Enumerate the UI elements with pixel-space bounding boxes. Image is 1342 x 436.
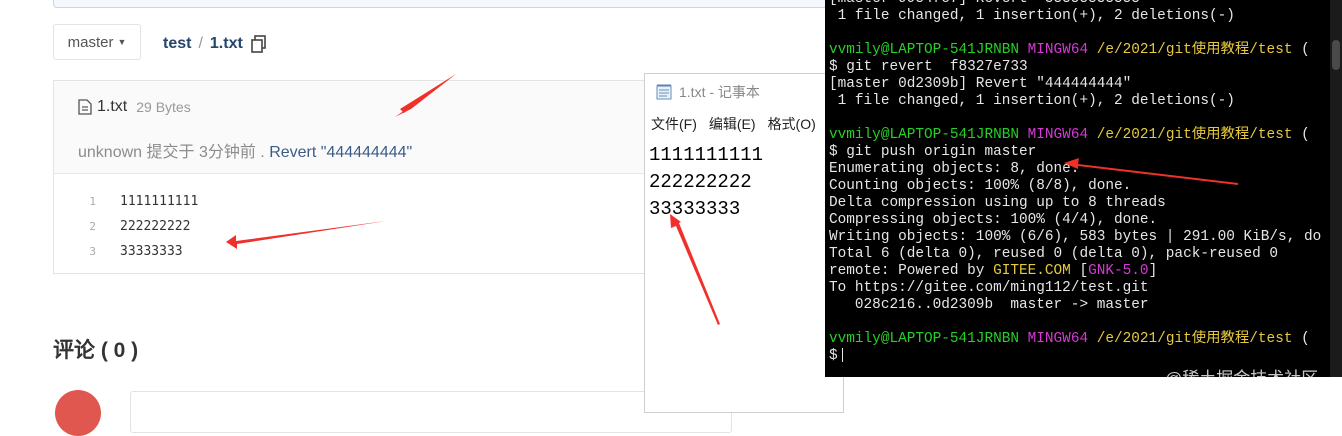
notepad-titlebar[interactable]: 1.txt - 记事本 xyxy=(645,74,843,110)
file-name: 1.txt xyxy=(97,98,128,115)
code-line: 2 222222222 xyxy=(54,214,692,239)
terminal-line: [master 0d2309b] Revert "444444444" xyxy=(829,76,1132,92)
breadcrumb-file: 1.txt xyxy=(209,35,243,52)
line-number: 2 xyxy=(89,220,96,233)
menu-format[interactable]: 格式(O) xyxy=(768,114,816,134)
remote-brand: GITEE.COM xyxy=(993,263,1071,279)
remote-tag: GNK-5.0 xyxy=(1088,263,1149,279)
prompt-symbol: $ xyxy=(829,348,838,364)
notepad-title: 1.txt - 记事本 xyxy=(679,84,760,100)
terminal-line: vvmily@LAPTOP-541JRNBN MINGW64 /e/2021/g… xyxy=(829,127,1321,144)
terminal-line: vvmily@LAPTOP-541JRNBN MINGW64 /e/2021/g… xyxy=(829,42,1321,59)
terminal-output: [master 9954fc7] Revert "55555555555" 1 … xyxy=(829,0,1321,365)
avatar xyxy=(55,390,101,436)
scrollbar-thumb[interactable] xyxy=(1332,40,1340,70)
git-bash-terminal[interactable]: [master 9954fc7] Revert "55555555555" 1 … xyxy=(825,0,1342,377)
terminal-line: To https://gitee.com/ming112/test.git xyxy=(829,280,1149,296)
line-number: 1 xyxy=(89,195,96,208)
menu-file[interactable]: 文件(F) xyxy=(651,114,697,134)
notepad-menubar: 文件(F) 编辑(E) 格式(O) xyxy=(645,110,843,138)
file-size: 29 Bytes xyxy=(136,99,191,115)
prompt-env: MINGW64 xyxy=(1027,127,1089,143)
prompt-path: /e/2021/git使用教程/test xyxy=(1096,127,1293,143)
terminal-line: remote: Powered by GITEE.COM [GNK-5.0] xyxy=(829,263,1321,280)
terminal-line: vvmily@LAPTOP-541JRNBN MINGW64 /e/2021/g… xyxy=(829,331,1321,348)
top-panel-edge xyxy=(53,0,845,8)
terminal-line: $ git revert f8327e733 xyxy=(829,59,1028,75)
prompt-path: /e/2021/git使用教程/test xyxy=(1096,42,1293,58)
line-content: 33333333 xyxy=(120,244,183,259)
terminal-line: 028c216..0d2309b master -> master xyxy=(829,297,1149,313)
terminal-scrollbar[interactable] xyxy=(1330,0,1342,377)
terminal-line: Enumerating objects: 8, done. xyxy=(829,161,1080,177)
commit-info: unknown 提交于 3分钟前 . Revert "444444444" xyxy=(78,138,412,162)
notepad-line: 33333333 xyxy=(649,198,741,220)
notepad-window: 1.txt - 记事本 文件(F) 编辑(E) 格式(O) 1111111111… xyxy=(644,73,844,413)
commit-prefix: unknown 提交于 3分钟前 . xyxy=(78,144,265,161)
prompt-tail: ( xyxy=(1292,331,1310,347)
terminal-line: Delta compression using up to 8 threads xyxy=(829,195,1166,211)
branch-label: master xyxy=(67,33,114,51)
menu-edit[interactable]: 编辑(E) xyxy=(709,114,756,134)
terminal-line: Compressing objects: 100% (4/4), done. xyxy=(829,212,1158,228)
notepad-text-area[interactable]: 1111111111 222222222 33333333 xyxy=(645,138,843,223)
prompt-env: MINGW64 xyxy=(1027,42,1089,58)
branch-dropdown[interactable]: master ▼ xyxy=(53,24,141,60)
caret-down-icon: ▼ xyxy=(117,37,127,47)
terminal-line: 1 file changed, 1 insertion(+), 2 deleti… xyxy=(829,8,1235,24)
watermark: @稀土掘金技术社区 xyxy=(1165,369,1319,388)
comment-input[interactable] xyxy=(130,391,732,433)
code-view: 1 1111111111 2 222222222 3 33333333 xyxy=(54,189,692,264)
notepad-line: 222222222 xyxy=(649,171,752,193)
code-line: 1 1111111111 xyxy=(54,189,692,214)
file-header: 1.txt 29 Bytes unknown 提交于 3分钟前 . Revert… xyxy=(54,81,692,174)
terminal-line: $ xyxy=(829,348,1321,365)
file-icon xyxy=(78,99,92,115)
terminal-line: 1 file changed, 1 insertion(+), 2 deleti… xyxy=(829,93,1235,109)
line-number: 3 xyxy=(89,245,96,258)
prompt-user: vvmily@LAPTOP-541JRNBN xyxy=(829,331,1019,347)
line-content: 222222222 xyxy=(120,219,191,234)
prompt-tail: ( xyxy=(1292,42,1310,58)
commit-message-link[interactable]: Revert "444444444" xyxy=(269,144,412,161)
terminal-line: Writing objects: 100% (6/6), 583 bytes |… xyxy=(829,229,1322,245)
breadcrumb: test / 1.txt xyxy=(163,35,267,53)
notepad-line: 1111111111 xyxy=(649,144,764,166)
terminal-line: [master 9954fc7] Revert "55555555555" xyxy=(829,0,1321,8)
notepad-icon xyxy=(656,84,672,100)
file-title: 1.txt 29 Bytes xyxy=(78,98,191,116)
prompt-tail: ( xyxy=(1292,127,1310,143)
prompt-user: vvmily@LAPTOP-541JRNBN xyxy=(829,42,1019,58)
terminal-line: Counting objects: 100% (8/8), done. xyxy=(829,178,1132,194)
file-viewer: 1.txt 29 Bytes unknown 提交于 3分钟前 . Revert… xyxy=(53,80,693,274)
comments-heading: 评论 ( 0 ) xyxy=(53,339,139,362)
remote-mid: [ xyxy=(1070,263,1089,279)
text-cursor xyxy=(841,348,843,363)
breadcrumb-repo[interactable]: test xyxy=(163,35,191,53)
line-content: 1111111111 xyxy=(120,194,199,209)
prompt-path: /e/2021/git使用教程/test xyxy=(1096,331,1293,347)
terminal-line: Total 6 (delta 0), reused 0 (delta 0), p… xyxy=(829,246,1279,262)
prompt-env: MINGW64 xyxy=(1027,331,1089,347)
prompt-user: vvmily@LAPTOP-541JRNBN xyxy=(829,127,1019,143)
remote-end: ] xyxy=(1148,263,1158,279)
terminal-line: $ git push origin master xyxy=(829,144,1037,160)
breadcrumb-separator: / xyxy=(198,35,203,52)
remote-prefix: remote: Powered by xyxy=(829,263,994,279)
copy-icon[interactable] xyxy=(251,35,267,53)
code-line: 3 33333333 xyxy=(54,239,692,264)
